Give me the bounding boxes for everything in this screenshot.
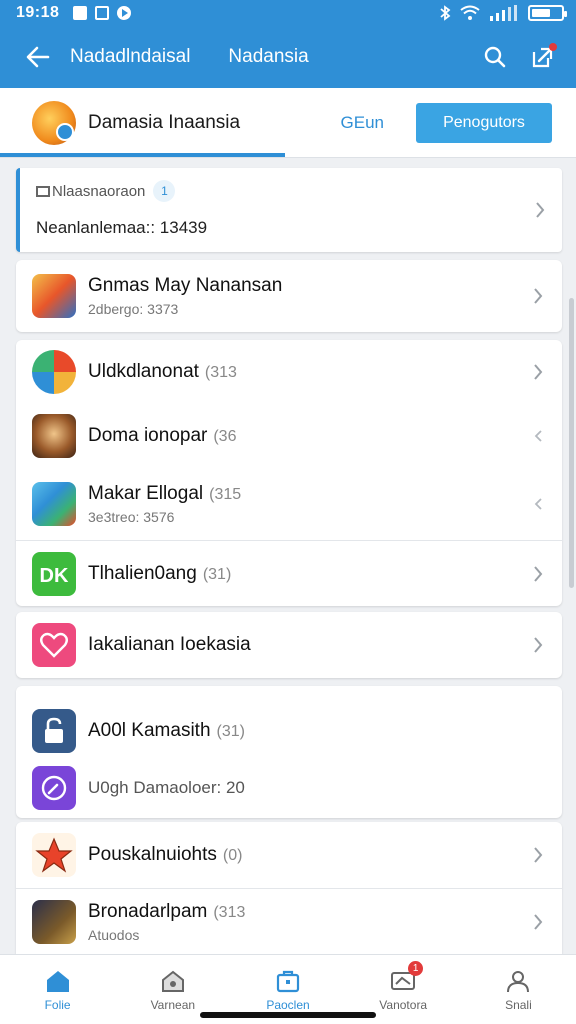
app-icon [32, 899, 76, 944]
battery-icon [528, 5, 567, 21]
highlight-title: Nlaasnaoraon [52, 182, 146, 200]
avatar[interactable] [32, 100, 76, 145]
primary-action-button[interactable]: Penogutors [416, 102, 552, 143]
briefcase-icon [274, 967, 302, 995]
item-count: (0) [222, 847, 243, 864]
nav-label: Paoclen [266, 998, 310, 1012]
single-item-card[interactable]: Iakalianan Ioekasia [16, 612, 562, 678]
back-button[interactable] [12, 46, 64, 68]
item-title: Tlhalien0ang [88, 562, 197, 584]
game-icon [32, 274, 76, 318]
chevron-right-icon [530, 847, 546, 863]
nav-label: Vanotora [379, 998, 428, 1012]
header-link[interactable]: GEun [341, 113, 384, 133]
user-icon [504, 967, 532, 995]
list-item[interactable]: DK Tlhalien0ang (31) [16, 541, 562, 606]
item-title: Bronadarlpam [88, 900, 208, 922]
item-count: (31) [216, 723, 245, 740]
house-outline-icon [159, 967, 187, 995]
home-icon [44, 967, 72, 995]
list-item[interactable]: Pouskalnuiohts (0) [16, 822, 562, 888]
wifi-icon [460, 5, 480, 20]
heart-icon [32, 623, 76, 667]
nav-badge: 1 [408, 961, 424, 976]
item-title: Makar Ellogal [88, 483, 204, 504]
active-tab-indicator [0, 153, 285, 157]
nav-label: Varnean [150, 998, 196, 1012]
app-icon [32, 414, 76, 458]
account-header: Damasia Inaansia GEun Penogutors [0, 88, 576, 158]
item-count: (313 [204, 364, 237, 381]
notification-dot [549, 43, 557, 51]
nav-label: Folie [44, 998, 71, 1012]
item-title: Pouskalnuiohts [88, 844, 217, 865]
signal-icon [490, 5, 517, 21]
nav-home[interactable]: Folie [0, 955, 115, 1024]
featured-subtitle: 2dbergo: 3373 [88, 301, 179, 317]
status-time: 19:18 [16, 4, 60, 21]
chevron-right-icon [530, 565, 546, 582]
notification-icon [73, 6, 88, 20]
item-title: A00l Kamasith [88, 720, 211, 741]
app-icon [32, 350, 76, 394]
chevron-left-icon [530, 428, 546, 444]
nav-label: Snali [505, 998, 532, 1012]
more-apps-card: Pouskalnuiohts (0) Bronadarlpam (313 Atuod… [16, 822, 562, 954]
item-count: (36 [213, 428, 237, 445]
app-subtitle: Nadansia [228, 46, 309, 67]
star-icon [32, 833, 76, 877]
app-icon: DK [32, 551, 76, 596]
highlight-card[interactable]: Nlaasnaoraon 1 Neanlanlemaa:: 13439 [16, 168, 562, 252]
play-icon [117, 6, 132, 20]
list-item[interactable]: U0gh Damaoloer: 20 [16, 766, 562, 810]
chevron-right-icon [530, 913, 546, 930]
chevron-left-icon [530, 496, 546, 512]
chevron-right-icon [530, 288, 546, 304]
app-list-card: Uldkdlanonat (313 Doma ionopar (36 Makar E… [16, 340, 562, 606]
home-indicator [200, 1012, 376, 1018]
account-name: Damasia Inaansia [88, 111, 241, 133]
item-count: (31) [202, 565, 232, 583]
search-icon [484, 46, 506, 68]
message-icon: 1 [389, 961, 424, 995]
scrollbar[interactable] [569, 298, 574, 588]
svg-text:DK: DK [40, 565, 69, 587]
nav-profile[interactable]: Snali [461, 955, 576, 1024]
featured-card[interactable]: Gnmas May Nanansan 2dbergo: 3373 [16, 260, 562, 332]
highlight-subtitle: Neanlanlemaa:: 13439 [36, 218, 208, 237]
card-icon [36, 185, 50, 197]
list-item[interactable]: Bronadarlpam (313 Atuodos [16, 889, 562, 954]
list-item[interactable]: A00l Kamasith (31) [16, 686, 562, 766]
item-title: Iakalianan Ioekasia [88, 634, 251, 655]
item-title: Doma ionopar [88, 425, 208, 446]
chevron-right-icon [530, 637, 546, 653]
item-title: Uldkdlanonat [88, 361, 199, 382]
list-item[interactable]: Makar Ellogal (315 3e3treo: 3576 [16, 468, 562, 540]
compose-button[interactable] [528, 42, 558, 72]
compass-icon [32, 766, 76, 810]
item-subtitle: Atuodos [88, 926, 140, 943]
app-bar: Nadadlndaisal Nadansia [0, 26, 576, 88]
chevron-right-icon [530, 364, 546, 380]
security-card: A00l Kamasith (31) U0gh Damaoloer: 20 [16, 686, 562, 818]
list-item[interactable]: Doma ionopar (36 [16, 404, 562, 468]
status-bar: 19:18 [0, 0, 576, 26]
featured-title: Gnmas May Nanansan [88, 275, 283, 296]
item-count: (315 [209, 486, 242, 503]
list-item[interactable]: Uldkdlanonat (313 [16, 340, 562, 404]
bluetooth-icon [440, 5, 451, 21]
chevron-right-icon [532, 202, 548, 218]
item-count: (313 [213, 903, 246, 921]
gallery-icon [95, 6, 110, 20]
item-subtitle: 3e3treo: 3576 [88, 509, 175, 525]
arrow-left-icon [26, 46, 50, 68]
highlight-badge: 1 [153, 180, 176, 202]
item-title: U0gh Damaoloer: 20 [88, 778, 245, 797]
app-icon [32, 482, 76, 526]
app-title: Nadadlndaisal [70, 46, 191, 67]
search-button[interactable] [480, 42, 510, 72]
lock-icon [32, 709, 76, 753]
